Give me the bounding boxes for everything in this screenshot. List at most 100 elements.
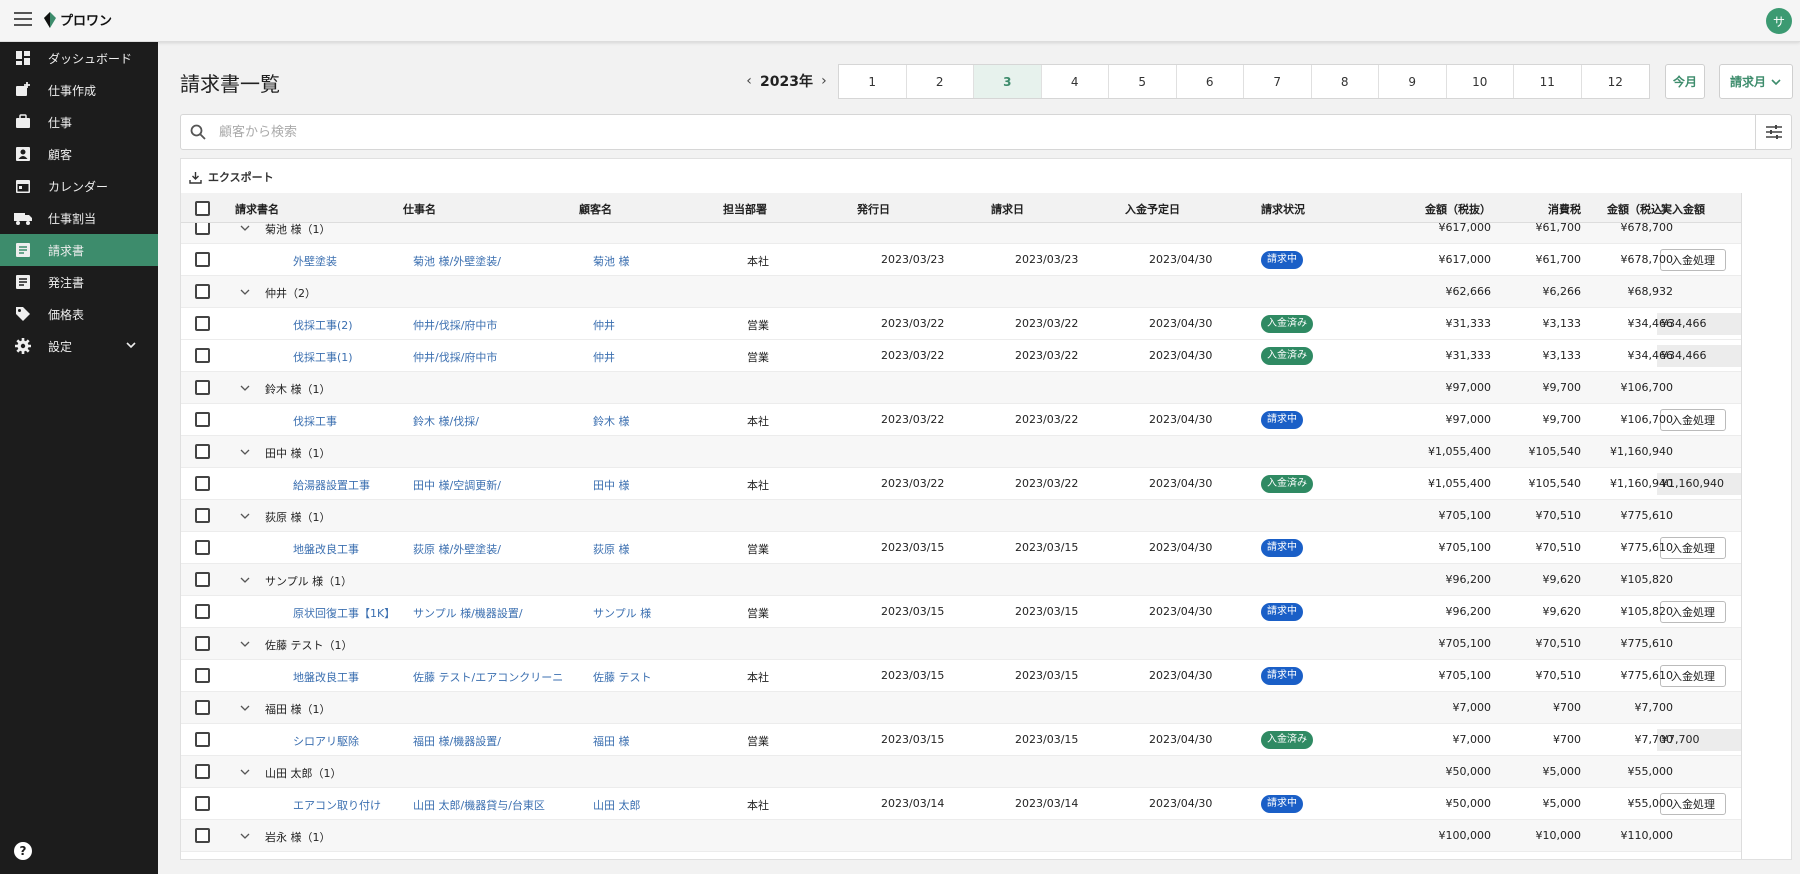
group-row[interactable]: 山田 太郎（1） ¥50,000 ¥5,000 ¥55,000 [181,756,1741,788]
invoice-name-link[interactable]: 給湯器設置工事 [293,477,411,493]
row-checkbox[interactable] [195,348,210,363]
this-month-button[interactable]: 今月 [1665,64,1705,99]
invoice-name-link[interactable]: エアコン取り付け [293,797,411,813]
chevron-down-icon[interactable] [239,639,251,652]
group-row[interactable]: 鈴木 様（1） ¥97,000 ¥9,700 ¥106,700 [181,372,1741,404]
column-header[interactable]: 請求状況 [1261,201,1305,217]
invoice-name-link[interactable]: 外壁塗装 [293,253,411,269]
sidebar-item-4[interactable]: カレンダー [0,170,158,202]
column-header[interactable]: 請求書名 [235,201,279,217]
month-1[interactable]: 1 [839,65,907,98]
table-row[interactable]: エアコン取り付け 山田 太郎/機器貸与/台東区 山田 太郎 本社 2023/03/14 2… [181,788,1741,820]
row-checkbox[interactable] [195,540,210,555]
column-header[interactable]: 顧客名 [579,201,612,217]
month-2[interactable]: 2 [907,65,974,98]
invoice-name-link[interactable]: 地盤改良工事 [293,669,411,685]
row-checkbox[interactable] [195,444,210,459]
month-8[interactable]: 8 [1312,65,1379,98]
table-row[interactable]: 伐採工事 鈴木 様/伐採/鈴木 様 本社 2023/03/22 2023/03/22 20… [181,404,1741,436]
column-header[interactable]: 入金予定日 [1125,201,1180,217]
chevron-down-icon[interactable] [124,338,138,355]
column-header[interactable]: 金額（税抜） [1381,201,1491,217]
chevron-down-icon[interactable] [239,223,251,236]
job-name-link[interactable]: サンプル 様/機器設置/ [413,605,565,621]
customer-name-link[interactable]: 鈴木 様 [593,413,713,429]
invoice-name-link[interactable]: 地盤改良工事 [293,541,411,557]
month-5[interactable]: 5 [1109,65,1177,98]
column-header[interactable]: 請求日 [991,201,1024,217]
table-row[interactable]: 伐採工事(2) 仲井/伐採/府中市 仲井 営業 2023/03/22 2023/03/22… [181,308,1741,340]
month-7[interactable]: 7 [1244,65,1312,98]
hamburger-menu-icon[interactable] [14,12,32,26]
row-checkbox[interactable] [195,604,210,619]
chevron-down-icon[interactable] [239,575,251,588]
job-name-link[interactable]: 田中 様/空調更新/ [413,477,565,493]
group-row[interactable]: 菊池 様（1） ¥617,000 ¥61,700 ¥678,700 [181,223,1741,244]
table-row[interactable]: シロアリ駆除 福田 様/機器設置/福田 様 営業 2023/03/15 2023/03/… [181,724,1741,756]
row-checkbox[interactable] [195,732,210,747]
column-header[interactable]: 金額（税込） [1573,201,1673,217]
chevron-down-icon[interactable] [239,383,251,396]
sidebar-item-9[interactable]: 設定 [0,330,158,362]
help-icon[interactable]: ? [14,842,32,860]
column-header[interactable]: 仕事名 [403,201,436,217]
group-row[interactable]: 佐藤 テスト（1） ¥705,100 ¥70,510 ¥775,610 [181,628,1741,660]
group-row[interactable]: 福田 様（1） ¥7,000 ¥700 ¥7,700 [181,692,1741,724]
chevron-down-icon[interactable] [239,831,251,844]
table-row[interactable]: 原状回復工事【1K】 サンプル 様/機器設置/サンプル 様 営業 2023/03/15… [181,596,1741,628]
table-row[interactable]: 給湯器設置工事 田中 様/空調更新/田中 様 本社 2023/03/22 2023/03… [181,468,1741,500]
invoice-name-link[interactable]: 伐採工事(1) [293,349,411,365]
invoice-name-link[interactable]: シロアリ駆除 [293,733,411,749]
table-row[interactable]: 地盤改良工事 佐藤 テスト/エアコンクリーニ 佐藤 テスト 本社 2023/03/15 2… [181,660,1741,692]
prev-year-icon[interactable]: ‹ [738,73,760,89]
sidebar-item-6[interactable]: 請求書 [0,234,158,266]
row-checkbox[interactable] [195,476,210,491]
month-12[interactable]: 12 [1582,65,1650,98]
month-3[interactable]: 3 [974,65,1042,98]
month-6[interactable]: 6 [1177,65,1244,98]
customer-name-link[interactable]: 菊池 様 [593,253,713,269]
row-checkbox[interactable] [195,508,210,523]
group-row[interactable]: 荻原 様（1） ¥705,100 ¥70,510 ¥775,610 [181,500,1741,532]
month-10[interactable]: 10 [1447,65,1514,98]
sidebar-item-7[interactable]: 発注書 [0,266,158,298]
group-row[interactable]: 田中 様（1） ¥1,055,400 ¥105,540 ¥1,160,940 [181,436,1741,468]
group-row[interactable]: 岩永 様（1） ¥100,000 ¥10,000 ¥110,000 [181,820,1741,852]
chevron-down-icon[interactable] [239,511,251,524]
customer-name-link[interactable]: 仲井 [593,349,713,365]
job-name-link[interactable]: 仲井/伐採/府中市 [413,349,565,365]
customer-name-link[interactable]: 佐藤 テスト [593,669,713,685]
table-body[interactable]: 菊池 様（1） ¥617,000 ¥61,700 ¥678,700 外壁塗装 菊池 様/外… [181,223,1741,859]
month-9[interactable]: 9 [1379,65,1447,98]
job-name-link[interactable]: 山田 太郎/機器貸与/台東区 [413,797,565,813]
avatar[interactable]: サ [1766,8,1792,34]
export-button[interactable]: エクスポート [189,167,274,187]
sidebar-item-2[interactable]: 仕事 [0,106,158,138]
row-checkbox[interactable] [195,316,210,331]
job-name-link[interactable]: 福田 様/機器設置/ [413,733,565,749]
month-11[interactable]: 11 [1514,65,1582,98]
job-name-link[interactable]: 佐藤 テスト/エアコンクリーニ [413,669,565,685]
row-checkbox[interactable] [195,796,210,811]
sort-by-dropdown[interactable]: 請求月 [1719,64,1793,99]
column-header[interactable]: 実入金額 [1661,201,1705,217]
job-name-link[interactable]: 仲井/伐採/府中市 [413,317,565,333]
next-year-icon[interactable]: › [813,73,835,89]
chevron-down-icon[interactable] [239,447,251,460]
row-checkbox[interactable] [195,636,210,651]
row-checkbox[interactable] [195,828,210,843]
row-checkbox[interactable] [195,252,210,267]
column-header[interactable]: 消費税 [1501,201,1581,217]
row-checkbox[interactable] [195,284,210,299]
column-header[interactable]: 担当部署 [723,201,767,217]
sidebar-item-0[interactable]: ダッシュボード [0,42,158,74]
row-checkbox[interactable] [195,764,210,779]
invoice-name-link[interactable]: 原状回復工事【1K】 [293,605,411,621]
customer-name-link[interactable]: 福田 様 [593,733,713,749]
group-row[interactable]: 仲井（2） ¥62,666 ¥6,266 ¥68,932 [181,276,1741,308]
chevron-down-icon[interactable] [239,767,251,780]
customer-name-link[interactable]: 山田 太郎 [593,797,713,813]
month-4[interactable]: 4 [1042,65,1109,98]
customer-name-link[interactable]: 田中 様 [593,477,713,493]
job-name-link[interactable]: 荻原 様/外壁塗装/ [413,541,565,557]
